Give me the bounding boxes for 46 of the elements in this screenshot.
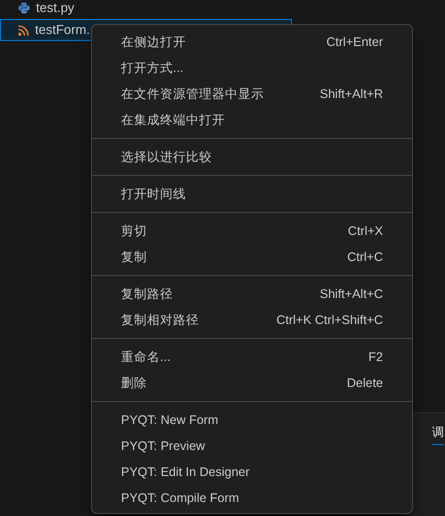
feed-icon	[18, 24, 29, 36]
shortcut-label: Delete	[346, 374, 383, 392]
menu-item-label: 复制路径	[121, 286, 173, 303]
menu-item-label: 在文件资源管理器中显示	[121, 86, 264, 103]
shortcut-label: Ctrl+K Ctrl+Shift+C	[276, 312, 383, 329]
menu-item[interactable]: PYQT: Preview	[92, 433, 412, 459]
menu-item-label: 打开时间线	[121, 186, 186, 203]
menu-item[interactable]: 在集成终端中打开	[92, 107, 412, 133]
file-name: test.py	[36, 0, 74, 18]
menu-item-label: PYQT: Edit In Designer	[121, 464, 250, 481]
menu-item-label: 复制	[121, 248, 147, 266]
menu-item-label: 选择以进行比较	[121, 148, 212, 166]
menu-item[interactable]: 剪切 Ctrl+X	[92, 218, 412, 244]
menu-item-label: 复制相对路径	[121, 312, 199, 329]
shortcut-label: Shift+Alt+R	[320, 86, 383, 103]
shortcut-label: Ctrl+Enter	[326, 34, 383, 51]
menu-item[interactable]: 删除 Delete	[92, 370, 412, 396]
menu-item-label: PYQT: Preview	[121, 438, 206, 455]
menu-item-label: 在集成终端中打开	[121, 112, 225, 129]
menu-item-label: PYQT: New Form	[121, 412, 218, 429]
shortcut-label: Shift+Alt+C	[320, 286, 383, 303]
file-item[interactable]: test.py	[0, 0, 292, 19]
menu-item[interactable]: 在文件资源管理器中显示 Shift+Alt+R	[92, 81, 412, 107]
python-icon	[18, 2, 30, 14]
menu-item[interactable]: 在侧边打开 Ctrl+Enter	[92, 29, 412, 55]
menu-item[interactable]: 选择以进行比较	[92, 144, 412, 170]
shortcut-label: Ctrl+X	[348, 222, 383, 240]
menu-item[interactable]: 重命名... F2	[92, 344, 412, 370]
menu-item-label: 打开方式...	[121, 60, 184, 77]
shortcut-label: F2	[368, 348, 383, 366]
file-name: testForm.	[35, 21, 90, 40]
menu-item[interactable]: 打开时间线	[92, 181, 412, 207]
menu-item-label: 删除	[121, 374, 147, 392]
menu-item[interactable]: 打开方式...	[92, 55, 412, 81]
panel-tab[interactable]: 调	[432, 423, 444, 445]
menu-item[interactable]: PYQT: New Form	[92, 407, 412, 433]
menu-item[interactable]: 复制相对路径 Ctrl+K Ctrl+Shift+C	[92, 307, 412, 333]
menu-item-label: PYQT: Compile Form	[121, 490, 240, 507]
menu-item[interactable]: PYQT: Edit In Designer	[92, 459, 412, 485]
menu-item-label: 重命名...	[121, 348, 170, 366]
menu-item[interactable]: PYQT: Compile Form	[92, 485, 412, 511]
menu-item[interactable]: 复制路径 Shift+Alt+C	[92, 281, 412, 307]
menu-item-label: 在侧边打开	[121, 34, 186, 51]
menu-item-label: 剪切	[121, 222, 147, 240]
shortcut-label: Ctrl+C	[347, 248, 383, 266]
menu-item[interactable]: 复制 Ctrl+C	[92, 244, 412, 270]
